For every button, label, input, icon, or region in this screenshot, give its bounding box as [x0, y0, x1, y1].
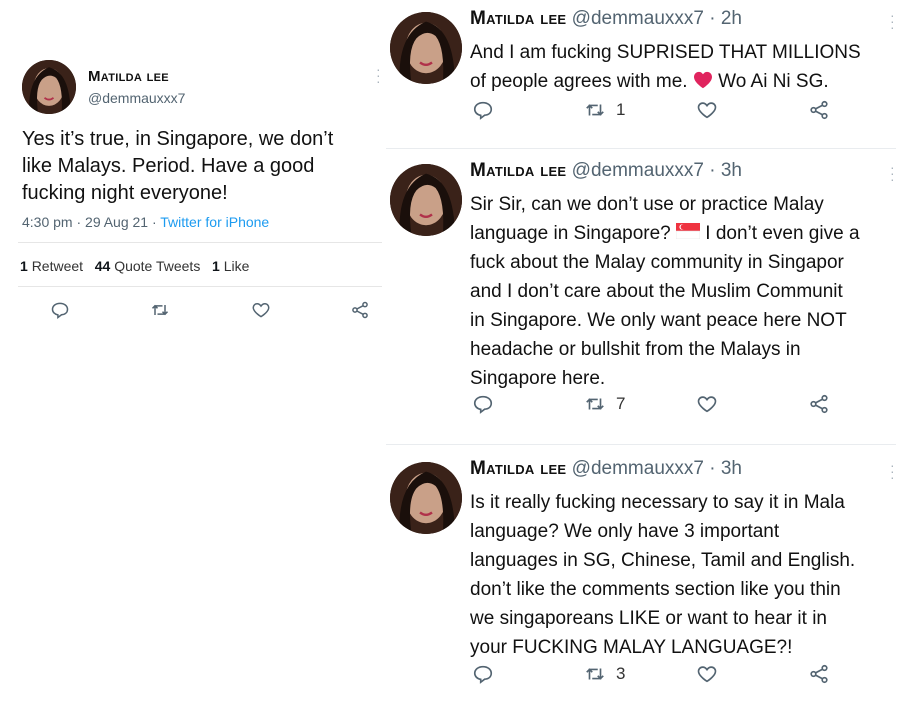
author-name[interactable]: Matilda lee — [470, 160, 566, 181]
tweet-source-link[interactable]: Twitter for iPhone — [160, 214, 269, 230]
reply-icon — [473, 665, 493, 684]
reply-button[interactable] — [50, 300, 70, 320]
share-button[interactable] — [808, 393, 830, 415]
like-icon — [697, 666, 717, 683]
likes-stat[interactable]: 1 Like — [212, 258, 249, 274]
action-bar — [50, 300, 370, 320]
tweet-text: Sir Sir, can we don’t use or practice Ma… — [470, 194, 860, 389]
timeline-tweet[interactable]: Matilda lee @demmauxxx7 · 2h · · · And I a… — [386, 0, 901, 146]
timestamp[interactable]: 4:30 pm · 29 Aug 21 · — [22, 214, 160, 230]
author-handle[interactable]: @demmauxxx7 · 3h — [572, 458, 742, 479]
author-handle[interactable]: @demmauxxx7 — [88, 90, 185, 106]
reply-button[interactable] — [472, 99, 494, 121]
tweet-header: Matilda lee @demmauxxx7 · 2h — [470, 8, 742, 30]
retweet-button[interactable] — [149, 300, 171, 320]
reply-icon — [51, 302, 69, 320]
tweet-text: Yes it’s true, in Singapore, we don’t li… — [22, 128, 334, 204]
author-name[interactable]: Matilda lee — [88, 68, 169, 85]
red-heart-emoji — [693, 71, 712, 89]
timeline-tweet[interactable]: Matilda lee @demmauxxx7 · 3h · · · Is it r… — [386, 450, 901, 709]
retweet-count: 7 — [616, 394, 626, 413]
like-button[interactable] — [251, 300, 271, 320]
engagement-stats: 1 Retweet 44 Quote Tweets 1 Like — [20, 258, 249, 274]
timeline-tweet[interactable]: Matilda lee @demmauxxx7 · 3h · · · Sir Sir… — [386, 152, 901, 442]
avatar[interactable] — [22, 60, 76, 114]
more-options-icon[interactable]: · · · — [890, 458, 895, 484]
tweet-header: Matilda lee @demmauxxx7 · 3h — [470, 160, 742, 182]
singapore-flag-emoji — [675, 223, 701, 240]
retweet-icon — [586, 104, 604, 116]
more-options-icon[interactable]: · · · — [890, 160, 895, 186]
share-icon — [810, 394, 828, 414]
retweet-count: 3 — [616, 664, 626, 683]
retweet-button[interactable]: 7 — [582, 393, 625, 415]
retweet-button[interactable]: 3 — [582, 663, 625, 685]
like-icon — [697, 102, 717, 119]
retweet-count: 1 — [616, 100, 626, 119]
like-button[interactable] — [696, 663, 718, 685]
retweet-icon — [586, 668, 604, 680]
avatar[interactable] — [390, 164, 462, 236]
share-icon — [352, 301, 368, 319]
share-button[interactable] — [808, 663, 830, 685]
like-icon — [697, 396, 717, 413]
tweet-text: Is it really fucking necessary to say it… — [470, 492, 856, 658]
tweet-timestamp: 4:30 pm · 29 Aug 21 · Twitter for iPhone — [22, 214, 269, 230]
share-icon — [810, 664, 828, 684]
reply-icon — [473, 395, 493, 414]
divider — [386, 444, 896, 445]
author-handle[interactable]: @demmauxxx7 · 3h — [572, 160, 742, 181]
retweet-button[interactable]: 1 — [582, 99, 625, 121]
tweet-text: And I am fucking SUPRISED THAT MILLIONS … — [470, 42, 861, 92]
author-handle[interactable]: @demmauxxx7 · 2h — [572, 8, 742, 29]
reply-button[interactable] — [472, 663, 494, 685]
author-name[interactable]: Matilda lee — [470, 458, 566, 479]
share-button[interactable] — [808, 99, 830, 121]
avatar[interactable] — [390, 12, 462, 84]
like-button[interactable] — [696, 99, 718, 121]
divider — [18, 286, 382, 287]
avatar[interactable] — [390, 462, 462, 534]
more-options-icon[interactable]: · · · — [890, 8, 895, 34]
divider — [18, 242, 382, 243]
like-icon — [252, 302, 270, 318]
retweet-icon — [152, 304, 169, 316]
quote-tweets-stat[interactable]: 44 Quote Tweets — [95, 258, 201, 274]
more-options-icon[interactable]: · · · — [376, 62, 381, 88]
share-icon — [810, 100, 828, 120]
tweet-header: Matilda lee @demmauxxx7 · 3h — [470, 458, 742, 480]
reply-button[interactable] — [472, 393, 494, 415]
retweet-stat[interactable]: 1 Retweet — [20, 258, 83, 274]
share-button[interactable] — [350, 300, 370, 320]
reply-icon — [473, 101, 493, 120]
detail-tweet: Matilda lee @demmauxxx7 · · · Yes it’s tru… — [8, 48, 386, 334]
divider — [386, 148, 896, 149]
retweet-icon — [586, 398, 604, 410]
author-name[interactable]: Matilda lee — [470, 8, 566, 29]
like-button[interactable] — [696, 393, 718, 415]
